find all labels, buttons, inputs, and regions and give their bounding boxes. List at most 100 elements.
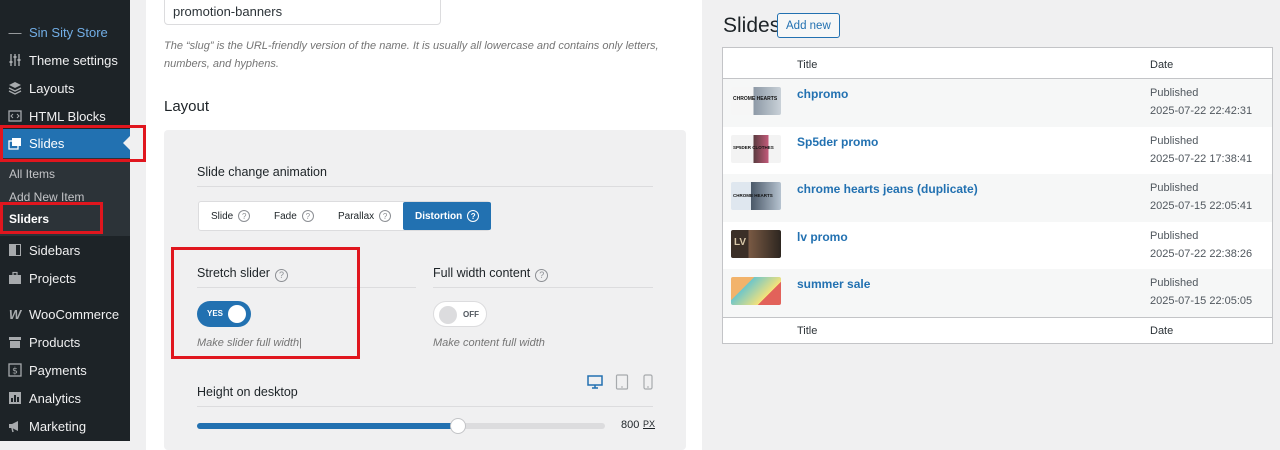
sidebar-label: Theme settings bbox=[29, 52, 118, 68]
slide-title-link[interactable]: lv promo bbox=[797, 230, 848, 244]
status-text: Published bbox=[1150, 277, 1199, 289]
sidebar-item-analytics[interactable]: Analytics bbox=[0, 384, 130, 412]
table-row[interactable]: summer sale Published 2025-07-15 22:05:05 bbox=[723, 269, 1272, 317]
chart-icon bbox=[6, 389, 24, 407]
slide-title-link[interactable]: chpromo bbox=[797, 87, 848, 101]
help-icon: ? bbox=[535, 268, 549, 282]
animation-segmented-control: Slide? Fade? Parallax? Distortion? bbox=[198, 201, 492, 231]
animation-option-slide[interactable]: Slide? bbox=[211, 202, 251, 230]
highlight-stretch-slider bbox=[171, 247, 360, 359]
table-row[interactable]: CHROME HEARTS chrome hearts jeans (dupli… bbox=[723, 174, 1272, 222]
thumb-text: CHROME HEARTS bbox=[733, 193, 773, 198]
help-icon: ? bbox=[379, 210, 392, 222]
help-icon: ? bbox=[301, 210, 314, 222]
status-text: Published bbox=[1150, 182, 1199, 194]
desktop-icon[interactable] bbox=[587, 374, 603, 395]
slide-status: Published 2025-07-15 22:05:05 bbox=[1150, 274, 1252, 310]
layout-heading: Layout bbox=[164, 98, 210, 115]
code-block-icon bbox=[6, 107, 24, 125]
sidebar-item-marketing[interactable]: Marketing bbox=[0, 412, 130, 440]
status-text: Published bbox=[1150, 134, 1199, 147]
thumb-text: CHROME HEARTS bbox=[733, 96, 778, 102]
divider bbox=[197, 186, 653, 187]
slide-thumbnail: CHROME HEARTS bbox=[731, 182, 781, 210]
mobile-icon[interactable] bbox=[643, 374, 653, 395]
status-text: Published bbox=[1150, 87, 1199, 99]
help-icon: ? bbox=[467, 210, 480, 222]
height-slider[interactable] bbox=[197, 418, 605, 434]
sidebar-label: WooCommerce bbox=[29, 306, 120, 322]
store-name: Sin Sity Store bbox=[29, 24, 108, 40]
archive-icon bbox=[6, 333, 24, 351]
date-text: 2025-07-22 17:38:41 bbox=[1150, 152, 1253, 165]
option-label: Distortion bbox=[415, 210, 463, 222]
column-header-date[interactable]: Date bbox=[1150, 59, 1173, 71]
thumb-text: LV bbox=[734, 236, 747, 248]
thumb-text: SP5DER CLOTHES bbox=[733, 144, 774, 150]
height-desktop-label: Height on desktop bbox=[197, 385, 298, 399]
table-row[interactable]: LV lv promo Published 2025-07-22 22:38:26 bbox=[723, 222, 1272, 270]
sidebar-item-projects[interactable]: Projects bbox=[0, 264, 130, 292]
woocommerce-icon: W bbox=[8, 306, 22, 322]
sidebar-item-payments[interactable]: $ Payments bbox=[0, 356, 130, 384]
layers-icon bbox=[6, 79, 24, 97]
sidebar-label: Payments bbox=[29, 362, 87, 378]
slide-status: Published 2025-07-15 22:05:41 bbox=[1150, 179, 1252, 215]
date-text: 2025-07-15 22:05:41 bbox=[1150, 200, 1253, 212]
submenu-all-items[interactable]: All Items bbox=[9, 167, 55, 181]
fullwidth-label-text: Full width content bbox=[433, 266, 531, 280]
column-footer-title[interactable]: Title bbox=[797, 325, 817, 337]
sidebar-label: Sidebars bbox=[29, 242, 81, 258]
animation-option-distortion[interactable]: Distortion? bbox=[403, 202, 492, 230]
slug-hint: The “slug” is the URL-friendly version o… bbox=[164, 40, 659, 70]
slide-thumbnail: CHROME HEARTS bbox=[731, 87, 781, 115]
megaphone-icon bbox=[6, 417, 24, 435]
option-label: Parallax bbox=[338, 210, 375, 222]
slides-table: Title Date CHROME HEARTS chpromo Publish… bbox=[722, 47, 1273, 344]
height-value[interactable]: 800 bbox=[621, 419, 639, 431]
sidebar-label: Analytics bbox=[29, 390, 82, 406]
slider-thumb[interactable] bbox=[450, 418, 467, 434]
slide-title-link[interactable]: chrome hearts jeans (duplicate) bbox=[797, 182, 978, 196]
sidebar-item-products[interactable]: Products bbox=[0, 328, 130, 356]
animation-option-fade[interactable]: Fade? bbox=[274, 202, 314, 230]
slug-input[interactable]: promotion-banners bbox=[164, 0, 441, 25]
date-text: 2025-07-15 22:05:05 bbox=[1150, 295, 1253, 307]
add-new-button[interactable]: Add new bbox=[777, 13, 840, 38]
sidebar-item-woocommerce[interactable]: W WooCommerce bbox=[0, 300, 130, 328]
column-footer-date[interactable]: Date bbox=[1150, 325, 1173, 337]
sidebar-item-layouts[interactable]: Layouts bbox=[0, 74, 130, 102]
slide-status: Published 2025-07-22 22:42:31 bbox=[1150, 84, 1252, 120]
slide-title-link[interactable]: Sp5der promo bbox=[797, 135, 878, 149]
highlight-slides bbox=[0, 125, 146, 162]
tablet-icon[interactable] bbox=[615, 374, 629, 395]
column-header-title[interactable]: Title bbox=[797, 59, 817, 71]
slide-thumbnail: LV bbox=[731, 229, 781, 258]
sidebar-item-sidebars[interactable]: Sidebars bbox=[0, 236, 130, 264]
sidebar-item-theme-settings[interactable]: Theme settings bbox=[0, 46, 130, 74]
slide-title-link[interactable]: summer sale bbox=[797, 277, 870, 291]
date-text: 2025-07-22 22:42:31 bbox=[1150, 105, 1253, 117]
divider bbox=[433, 287, 653, 288]
full-width-content-toggle[interactable]: OFF bbox=[433, 301, 487, 327]
status-text: Published bbox=[1150, 229, 1199, 242]
sidebar-item-store[interactable]: — Sin Sity Store bbox=[0, 18, 130, 46]
option-label: Slide bbox=[211, 210, 234, 222]
table-row[interactable]: SP5DER CLOTHES Sp5der promo Published 202… bbox=[723, 127, 1272, 175]
slide-status: Published 2025-07-22 17:38:41 bbox=[1150, 132, 1252, 168]
divider bbox=[723, 316, 1272, 318]
animation-option-parallax[interactable]: Parallax? bbox=[338, 202, 392, 230]
height-unit[interactable]: PX bbox=[643, 419, 655, 429]
dollar-icon: $ bbox=[6, 361, 24, 379]
date-text: 2025-07-22 22:38:26 bbox=[1150, 247, 1253, 260]
help-icon: ? bbox=[238, 210, 251, 222]
sidebar-label: Layouts bbox=[29, 80, 75, 96]
slide-thumbnail bbox=[731, 277, 781, 305]
table-row[interactable]: CHROME HEARTS chpromo Published 2025-07-2… bbox=[723, 79, 1272, 127]
animation-label-text: Slide change animation bbox=[197, 165, 327, 179]
slide-status: Published 2025-07-22 22:38:26 bbox=[1150, 227, 1252, 263]
toggle-knob bbox=[439, 306, 457, 324]
briefcase-icon bbox=[6, 269, 24, 287]
edit-form-panel: promotion-banners The “slug” is the URL-… bbox=[146, 0, 702, 450]
highlight-sliders bbox=[0, 202, 103, 234]
